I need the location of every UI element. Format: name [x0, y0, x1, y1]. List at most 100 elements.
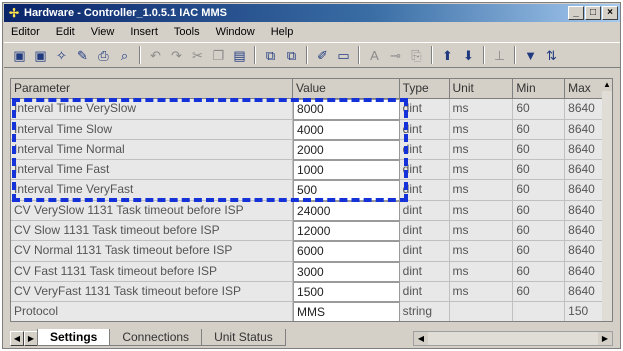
filter-icon[interactable]: ▼ [521, 46, 540, 65]
cell-min: 60 [513, 200, 566, 222]
scroll-left-icon[interactable]: ◀ [414, 332, 428, 345]
value-input[interactable]: 12000 [293, 221, 400, 242]
title-bar[interactable]: ✢ Hardware - Controller_1.0.5.1 IAC MMS … [4, 4, 620, 22]
table-row[interactable]: Interval Time VerySlow 8000 dint ms 60 8640 [11, 99, 612, 120]
cell-type: string [399, 302, 450, 321]
horizontal-scrollbar[interactable]: ◀ ▶ [413, 331, 613, 346]
menu-editor[interactable]: Editor [10, 24, 41, 40]
app-icon: ✢ [8, 6, 20, 20]
table-row[interactable]: CV VerySlow 1131 Task timeout before ISP… [11, 200, 612, 222]
value-input[interactable]: 3000 [293, 261, 400, 282]
menu-window[interactable]: Window [215, 24, 256, 40]
network-icon[interactable]: ⧉ [261, 46, 280, 65]
scroll-up-icon[interactable]: ▲ [602, 79, 612, 91]
value-input[interactable]: 24000 [293, 200, 400, 222]
network2-icon[interactable]: ⧉ [282, 46, 301, 65]
monitor-icon[interactable]: ▭ [334, 46, 353, 65]
vertical-scrollbar[interactable]: ▲ [602, 79, 612, 321]
cell-min [513, 302, 566, 321]
paste-icon[interactable]: ▤ [230, 46, 249, 65]
copy-icon[interactable]: ❐ [209, 46, 228, 65]
cut-icon[interactable]: ✂ [188, 46, 207, 65]
link-icon[interactable]: ⊸ [386, 46, 405, 65]
cell-unit: ms [449, 200, 514, 222]
parameter-grid: Parameter Value Type Unit Min Max Interv… [10, 78, 613, 322]
table-row[interactable]: Interval Time VeryFast 500 dint ms 60 8640 [11, 180, 612, 201]
cell-min: 60 [513, 261, 566, 282]
cell-min: 60 [513, 241, 566, 262]
value-input[interactable]: 8000 [293, 99, 400, 120]
column-header-parameter[interactable]: Parameter [11, 79, 294, 100]
table-row[interactable]: Interval Time Normal 2000 dint ms 60 8640 [11, 139, 612, 161]
cell-parameter: Interval Time VeryFast [11, 180, 294, 201]
table-row[interactable]: Protocol MMS string 150 [11, 302, 612, 321]
toolbar-separator [514, 46, 516, 64]
menu-tools[interactable]: Tools [173, 24, 201, 40]
value-input[interactable]: MMS [293, 302, 400, 321]
cell-parameter: Interval Time VerySlow [11, 99, 294, 120]
cell-min: 60 [513, 221, 566, 242]
value-input[interactable]: 500 [293, 180, 400, 201]
undo-icon[interactable]: ↶ [146, 46, 165, 65]
tool-icon[interactable]: ✎ [73, 46, 92, 65]
cell-type: dint [399, 200, 450, 222]
close-button[interactable]: × [602, 6, 618, 20]
value-input[interactable]: 1500 [293, 281, 400, 303]
cell-unit: ms [449, 221, 514, 242]
table-row[interactable]: Interval Time Slow 4000 dint ms 60 8640 [11, 119, 612, 140]
save-icon[interactable]: ▣ [10, 46, 29, 65]
cell-unit: ms [449, 139, 514, 161]
menu-edit[interactable]: Edit [55, 24, 76, 40]
preview-icon[interactable]: ⌕ [115, 46, 134, 65]
value-input[interactable]: 2000 [293, 139, 400, 161]
sort-icon[interactable]: ⇅ [542, 46, 561, 65]
print-icon[interactable]: ⎙ [94, 46, 113, 65]
cell-type: dint [399, 180, 450, 201]
tab-settings[interactable]: Settings [37, 329, 111, 346]
tab-unit-status[interactable]: Unit Status [201, 329, 286, 346]
cell-min: 60 [513, 180, 566, 201]
menu-help[interactable]: Help [270, 24, 295, 40]
table-row[interactable]: CV VeryFast 1131 Task timeout before ISP… [11, 281, 612, 303]
menu-view[interactable]: View [90, 24, 116, 40]
save-all-icon[interactable]: ▣ [31, 46, 50, 65]
column-header-type[interactable]: Type [399, 79, 450, 100]
table-row[interactable]: CV Fast 1131 Task timeout before ISP 3000… [11, 261, 612, 282]
arrow-down-icon[interactable]: ⬇ [459, 46, 478, 65]
cell-type: dint [399, 139, 450, 161]
sheet-tab-bar: ◀ ▶ Settings Connections Unit Status ◀ ▶ [10, 328, 613, 346]
cell-unit: ms [449, 241, 514, 262]
cell-parameter: Interval Time Slow [11, 119, 294, 140]
scroll-right-icon[interactable]: ▶ [598, 332, 612, 345]
tab-prev-icon[interactable]: ◀ [10, 331, 24, 346]
cell-parameter: CV VerySlow 1131 Task timeout before ISP [11, 200, 294, 222]
wizard-icon[interactable]: ✧ [52, 46, 71, 65]
window-title: Hardware - Controller_1.0.5.1 IAC MMS [24, 7, 227, 19]
doc-icon[interactable]: ⎘ [407, 46, 426, 65]
value-input[interactable]: 6000 [293, 241, 400, 262]
arrow-up-icon[interactable]: ⬆ [438, 46, 457, 65]
toolbar: ▣ ▣ ✧ ✎ ⎙ ⌕ ↶ ↷ ✂ ❐ ▤ ⧉ ⧉ ✐ ▭ A ⊸ ⎘ ⬆ ⬇ ⊥ ▼ ⇅ [4, 42, 620, 68]
anchor-icon[interactable]: ⊥ [490, 46, 509, 65]
value-input[interactable]: 1000 [293, 160, 400, 181]
cell-unit [449, 302, 514, 321]
tab-connections[interactable]: Connections [109, 329, 203, 346]
tab-next-icon[interactable]: ▶ [24, 331, 38, 346]
table-row[interactable]: CV Slow 1131 Task timeout before ISP 1200… [11, 221, 612, 242]
column-header-unit[interactable]: Unit [449, 79, 514, 100]
cell-min: 60 [513, 160, 566, 181]
font-icon[interactable]: A [365, 46, 384, 65]
cell-type: dint [399, 281, 450, 303]
value-input[interactable]: 4000 [293, 119, 400, 140]
maximize-button[interactable]: □ [585, 6, 601, 20]
minimize-button[interactable]: _ [568, 6, 584, 20]
pencil-icon[interactable]: ✐ [313, 46, 332, 65]
column-header-value[interactable]: Value [293, 79, 400, 100]
table-row[interactable]: Interval Time Fast 1000 dint ms 60 8640 [11, 160, 612, 181]
menu-insert[interactable]: Insert [129, 24, 159, 40]
table-row[interactable]: CV Normal 1131 Task timeout before ISP 60… [11, 241, 612, 262]
cell-min: 60 [513, 99, 566, 120]
redo-icon[interactable]: ↷ [167, 46, 186, 65]
column-header-min[interactable]: Min [513, 79, 566, 100]
cell-unit: ms [449, 99, 514, 120]
